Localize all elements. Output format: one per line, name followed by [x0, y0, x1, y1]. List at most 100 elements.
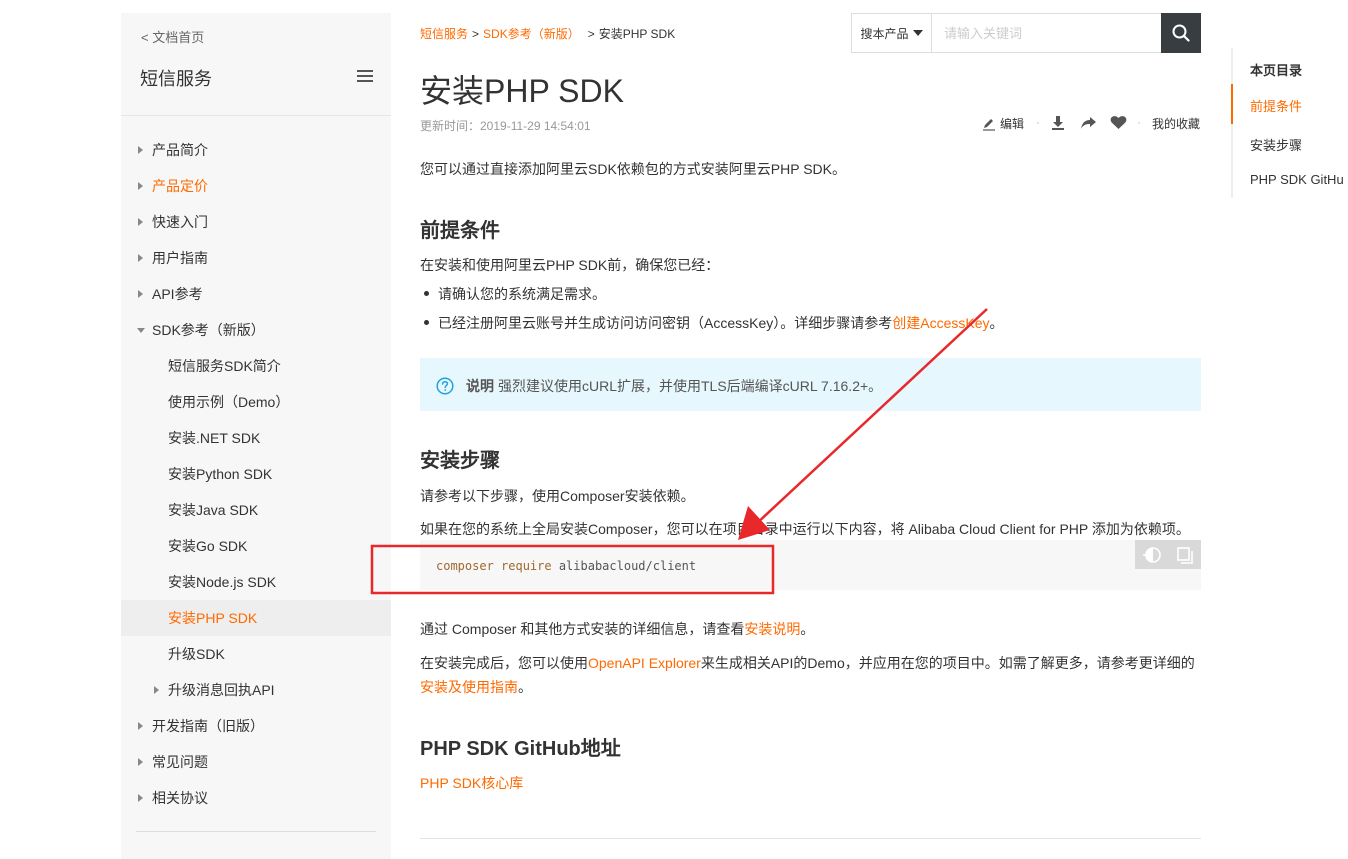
sidebar-item[interactable]: 升级消息回执API: [121, 672, 391, 708]
sidebar-item[interactable]: 产品简介: [121, 132, 391, 168]
breadcrumb-item-current: 安装PHP SDK: [598, 27, 676, 41]
heart-icon: [1110, 116, 1127, 129]
sidebar-item[interactable]: 快速入门: [121, 204, 391, 240]
note-text: 说明 强烈建议使用cURL扩展，并使用TLS后端编译cURL 7.16.2+。: [466, 376, 882, 396]
sidebar-item-label: 升级SDK: [168, 646, 225, 662]
sidebar-item-label: 安装Go SDK: [168, 538, 248, 554]
install-paragraph-2: 如果在您的系统上全局安装Composer，您可以在项目目录中运行以下内容，将 A…: [420, 521, 1190, 537]
back-to-docs-home-link[interactable]: < 文档首页: [141, 27, 204, 46]
search-input[interactable]: [932, 14, 1161, 52]
breadcrumb-separator: >: [472, 27, 480, 41]
caret-right-icon: [138, 794, 143, 802]
install-usage-guide-link[interactable]: 安装及使用指南: [420, 679, 518, 695]
caret-right-icon: [138, 254, 143, 262]
sidebar-item[interactable]: 安装Java SDK: [121, 492, 391, 528]
breadcrumb-item-sms[interactable]: 短信服务: [420, 27, 468, 41]
sidebar-item[interactable]: SDK参考（新版）: [121, 312, 391, 348]
sidebar-item[interactable]: 安装Node.js SDK: [121, 564, 391, 600]
sidebar-item-label: 产品简介: [152, 142, 208, 158]
sidebar-item[interactable]: 安装Go SDK: [121, 528, 391, 564]
caret-right-icon: [138, 758, 143, 766]
sidebar-divider: [121, 115, 391, 116]
sidebar-item-label: 安装Node.js SDK: [168, 574, 277, 590]
search-button[interactable]: [1161, 13, 1201, 53]
sidebar-item[interactable]: 产品定价: [121, 168, 391, 204]
theme-toggle-icon: [1143, 547, 1161, 563]
share-button[interactable]: [1080, 115, 1097, 131]
sidebar-item[interactable]: 相关协议: [121, 780, 391, 816]
sidebar-item-label: 产品定价: [152, 178, 208, 194]
sidebar: < 文档首页 短信服务 产品简介 产品定价 快速入门 用户指南 API参考 SDK参考（新…: [121, 13, 391, 859]
sidebar-item[interactable]: 用户指南: [121, 240, 391, 276]
download-button[interactable]: [1050, 115, 1066, 131]
caret-right-icon: [154, 686, 159, 694]
sidebar-item-label: 快速入门: [152, 214, 208, 230]
note-body: 强烈建议使用cURL扩展，并使用TLS后端编译cURL 7.16.2+。: [498, 378, 883, 394]
sidebar-item[interactable]: 开发指南（旧版）: [121, 708, 391, 744]
code-argument: alibabacloud/client: [558, 559, 697, 573]
my-favorites-link[interactable]: 我的收藏: [1152, 115, 1200, 132]
page-toc: 本页目录 前提条件 安装步骤 PHP SDK GitHu: [1231, 48, 1348, 198]
search-scope-dropdown[interactable]: 搜本产品: [852, 14, 932, 52]
note-label: 说明: [466, 378, 494, 394]
after-code-paragraph: 通过 Composer 和其他方式安装的详细信息，请查看安装说明。: [420, 619, 814, 639]
updated-time: 更新时间：2019-11-29 14:54:01: [420, 119, 591, 133]
edit-button[interactable]: 编辑: [982, 115, 1024, 132]
section-heading-github: PHP SDK GitHub地址: [420, 738, 621, 760]
sidebar-nav: 产品简介产品定价快速入门用户指南 API参考 SDK参考（新版） 短信服务SDK简介使…: [121, 132, 391, 816]
breadcrumb: 短信服务 > SDK参考（新版） > 安装PHP SDK: [420, 25, 675, 42]
toc-item-prereq[interactable]: 前提条件: [1250, 96, 1302, 115]
php-sdk-core-library-link[interactable]: PHP SDK核心库: [420, 773, 523, 793]
toc-active-indicator: [1231, 84, 1233, 124]
breadcrumb-item-sdk-ref[interactable]: SDK参考（新版）: [483, 27, 580, 41]
download-icon: [1052, 116, 1064, 130]
openapi-explorer-link[interactable]: OpenAPI Explorer: [588, 655, 701, 671]
install-notes-link[interactable]: 安装说明: [744, 621, 800, 637]
favorite-button[interactable]: [1110, 115, 1127, 130]
annotation-arrow-shaft: [754, 308, 988, 526]
toc-item-install[interactable]: 安装步骤: [1250, 135, 1302, 154]
toc-title: 本页目录: [1250, 63, 1303, 78]
final-text-1: 在安装完成后，您可以使用: [420, 655, 588, 671]
hamburger-menu-icon[interactable]: [357, 70, 373, 83]
copy-code-button[interactable]: [1173, 544, 1195, 566]
prereq-item-2-text: 已经注册阿里云账号并生成访问访问密钥（AccessKey）。详细步骤请参考: [438, 315, 893, 331]
caret-down-icon: [137, 328, 145, 333]
sidebar-item-label: 相关协议: [152, 790, 208, 806]
sidebar-item[interactable]: 安装Python SDK: [121, 456, 391, 492]
toc-item-github[interactable]: PHP SDK GitHu: [1250, 172, 1344, 187]
page-title: 安装PHP SDK: [420, 73, 624, 109]
intro-paragraph: 您可以通过直接添加阿里云SDK依赖包的方式安装阿里云PHP SDK。: [420, 161, 846, 177]
sidebar-item[interactable]: 安装PHP SDK: [121, 600, 391, 636]
sidebar-item[interactable]: 常见问题: [121, 744, 391, 780]
sidebar-item[interactable]: 短信服务SDK简介: [121, 348, 391, 384]
create-accesskey-link[interactable]: 创建AccessKey: [892, 315, 989, 331]
sidebar-item[interactable]: 使用示例（Demo）: [121, 384, 391, 420]
sidebar-item[interactable]: 安装.NET SDK: [121, 420, 391, 456]
section-heading-prereq: 前提条件: [420, 220, 500, 242]
caret-right-icon: [138, 218, 143, 226]
sidebar-item-label: 使用示例（Demo）: [168, 394, 290, 410]
sidebar-item-label: 安装.NET SDK: [168, 430, 261, 446]
sidebar-item[interactable]: API参考: [121, 276, 391, 312]
final-text-2: 来生成相关API的Demo，并应用在您的项目中。如需了解更多，请参考更详细的: [700, 655, 1195, 671]
sidebar-item-label: SDK参考（新版）: [152, 322, 265, 338]
edit-icon: [983, 118, 995, 131]
content-bottom-divider: [420, 838, 1201, 839]
copy-icon: [1177, 547, 1193, 564]
sidebar-item-label: 安装PHP SDK: [168, 610, 258, 626]
code-text[interactable]: composer require alibabacloud/client: [436, 559, 696, 573]
toggle-theme-button[interactable]: [1141, 544, 1163, 566]
search-scope-label: 搜本产品: [860, 26, 909, 41]
caret-right-icon: [138, 290, 143, 298]
search-icon: [1172, 24, 1190, 42]
final-text-end: 。: [518, 679, 532, 695]
prereq-lead: 在安装和使用阿里云PHP SDK前，确保您已经：: [420, 257, 720, 273]
caret-right-icon: [138, 722, 143, 730]
prereq-item-2: 已经注册阿里云账号并生成访问访问密钥（AccessKey）。详细步骤请参考创建A…: [438, 313, 1004, 333]
note-box: 说明 强烈建议使用cURL扩展，并使用TLS后端编译cURL 7.16.2+。: [420, 358, 1201, 411]
sidebar-item-label: API参考: [152, 286, 203, 302]
sidebar-item[interactable]: 升级SDK: [121, 636, 391, 672]
caret-down-icon: [912, 30, 923, 36]
action-separator: ·: [1036, 115, 1040, 129]
